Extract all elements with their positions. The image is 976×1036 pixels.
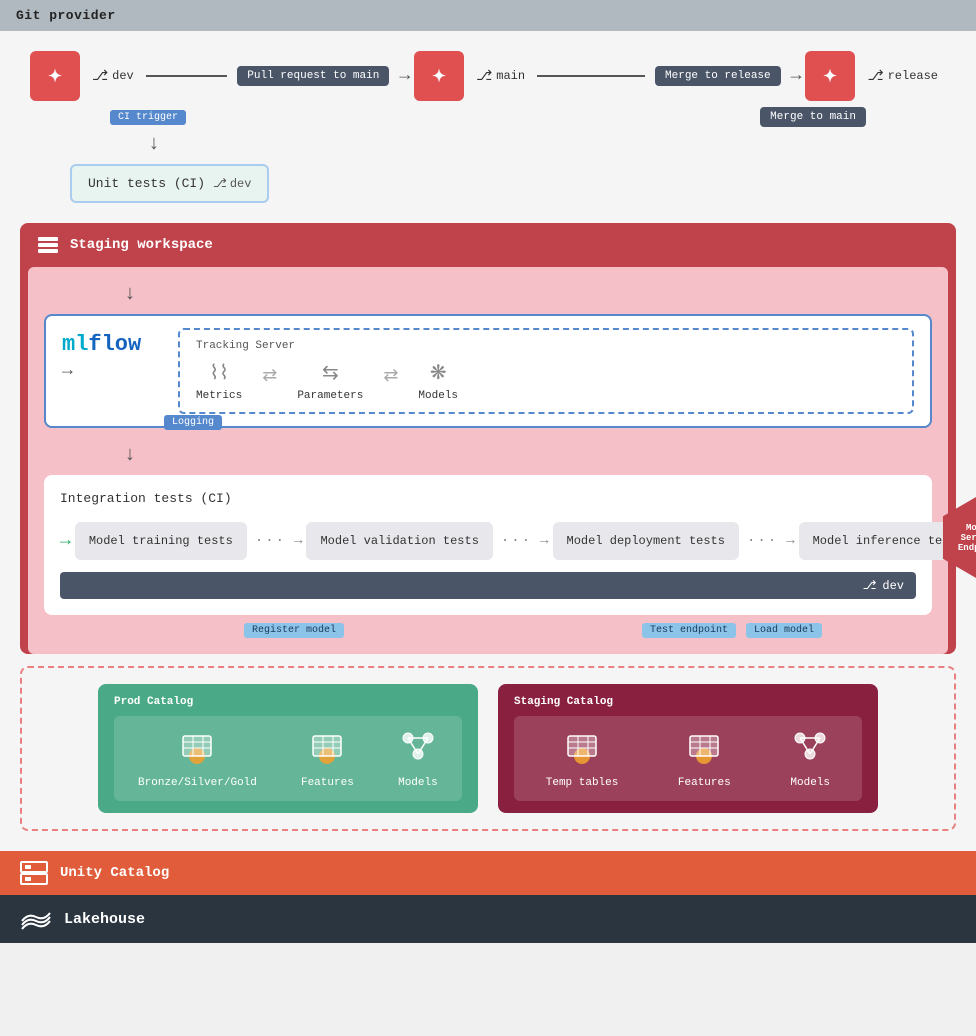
model-validation-tests-box: Model validation tests: [306, 522, 492, 560]
unity-catalog-label: Unity Catalog: [60, 865, 169, 881]
prod-catalog-title: Prod Catalog: [114, 696, 462, 708]
staging-temp-tables: Temp tables: [546, 728, 619, 789]
tracking-server-box: Tracking Server ⌇⌇ Metrics ⇄ ⇆ Parameter…: [178, 328, 914, 414]
merge-to-release-label: Merge to release: [655, 66, 781, 86]
tracking-models: ❋ Models: [418, 360, 458, 402]
tracking-items: ⌇⌇ Metrics ⇄ ⇆ Parameters ⇄ ❋ Mo: [196, 360, 896, 402]
staging-workspace-header: Staging workspace: [20, 223, 956, 267]
ci-trigger-label: CI trigger: [110, 110, 186, 125]
mlflow-logging-label: Logging: [164, 415, 222, 430]
pull-request-label: Pull request to main: [237, 66, 389, 86]
models-icon: ❋: [430, 360, 447, 386]
staging-catalog: Staging Catalog: [498, 684, 878, 813]
staging-workspace-label: Staging workspace: [70, 237, 213, 253]
tracking-metrics: ⌇⌇ Metrics: [196, 360, 242, 402]
release-git-icon: ✦: [805, 51, 855, 101]
prod-models-icon: [398, 728, 438, 773]
dev-git-icon: ✦: [30, 51, 80, 101]
catalog-row: Prod Catalog: [38, 684, 938, 813]
mlflow-logo: mlflow: [62, 332, 141, 357]
main-branch-label: ⎇ main: [476, 68, 525, 85]
unit-tests-label: Unit tests (CI): [88, 176, 205, 191]
prod-features: Features: [301, 728, 354, 789]
register-model-label: Register model: [244, 623, 344, 638]
staging-body: ↓ mlflow → Tracking Server: [28, 267, 948, 654]
git-provider-label: Git provider: [16, 8, 116, 23]
svg-text:✦: ✦: [48, 67, 62, 86]
merge-to-main-label: Merge to main: [760, 107, 866, 127]
svg-text:✦: ✦: [824, 67, 838, 86]
git-provider-bar: Git provider: [0, 0, 976, 31]
staging-features: Features: [678, 728, 731, 789]
main-git-icon: ✦: [414, 51, 464, 101]
unity-catalog-area: Prod Catalog: [20, 666, 956, 831]
model-training-tests-box: Model training tests: [75, 522, 247, 560]
prod-bronze-silver-gold: Bronze/Silver/Gold: [138, 728, 257, 789]
main-content: ✦ ⎇ dev Pull request to main → ✦: [0, 31, 976, 851]
dev-bar-branch-label: dev: [882, 579, 904, 593]
dev-bar: ⎇ dev: [60, 572, 916, 599]
integration-tests: Integration tests (CI) → Model training …: [44, 475, 932, 615]
staging-workspace: Staging workspace ↓ mlflow →: [20, 223, 956, 654]
staging-icon: [36, 233, 60, 257]
staging-models-icon: [790, 728, 830, 773]
lakehouse-label: Lakehouse: [64, 911, 145, 928]
tracking-parameters: ⇆ Parameters: [297, 360, 363, 402]
prod-table-icon: [177, 728, 217, 773]
green-start-arrow: →: [60, 531, 71, 551]
staging-catalog-title: Staging Catalog: [514, 696, 862, 708]
model-serving-endpoint: Model Serving Endpoint: [937, 495, 976, 580]
lakehouse-bar: Lakehouse: [0, 895, 976, 943]
lakehouse-icon: [20, 907, 52, 931]
unit-tests-box: Unit tests (CI) ⎇ dev: [70, 164, 269, 203]
prod-catalog-items: Bronze/Silver/Gold: [114, 716, 462, 801]
prod-catalog: Prod Catalog: [98, 684, 478, 813]
unity-catalog-bar: Unity Catalog: [0, 851, 976, 895]
staging-models: Models: [790, 728, 830, 789]
prod-models: Models: [398, 728, 438, 789]
dev-bar-branch-icon: ⎇: [863, 578, 877, 593]
staging-table-icon: [562, 728, 602, 773]
prod-features-icon: [307, 728, 347, 773]
model-deployment-tests-box: Model deployment tests: [553, 522, 739, 560]
staging-features-icon: [684, 728, 724, 773]
parameters-icon: ⇆: [322, 360, 339, 386]
integration-tests-title: Integration tests (CI): [60, 491, 916, 506]
svg-text:✦: ✦: [432, 67, 446, 86]
tracking-server-title: Tracking Server: [196, 340, 896, 352]
metrics-icon: ⌇⌇: [209, 360, 229, 386]
dev-branch-label: ⎇ dev: [92, 68, 134, 85]
test-endpoint-label: Test endpoint: [642, 623, 736, 638]
mlflow-area: mlflow → Tracking Server ⌇⌇ Metrics: [44, 314, 932, 428]
release-branch-label: ⎇ release: [867, 68, 938, 85]
unity-catalog-icon: [20, 861, 48, 885]
staging-catalog-items: Temp tables: [514, 716, 862, 801]
load-model-label: Load model: [746, 623, 822, 638]
